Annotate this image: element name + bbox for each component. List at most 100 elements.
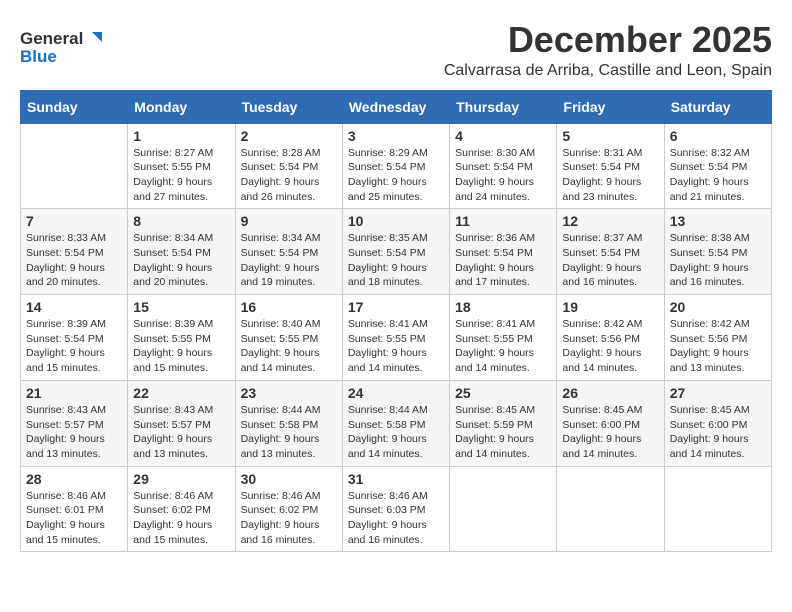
- calendar-cell: 3 Sunrise: 8:29 AMSunset: 5:54 PMDaylight…: [342, 123, 449, 209]
- calendar-cell: 29 Sunrise: 8:46 AMSunset: 6:02 PMDayligh…: [128, 466, 235, 552]
- calendar-week-row: 28Sunrise: 8:46 AMSunset: 6:01 PMDayligh…: [21, 466, 772, 552]
- calendar-cell: 14Sunrise: 8:39 AMSunset: 5:54 PMDayligh…: [21, 295, 128, 381]
- calendar-week-row: 14Sunrise: 8:39 AMSunset: 5:54 PMDayligh…: [21, 295, 772, 381]
- calendar: SundayMondayTuesdayWednesdayThursdayFrid…: [20, 90, 772, 553]
- calendar-header-monday: Monday: [128, 90, 235, 123]
- day-info: Sunrise: 8:46 AMSunset: 6:01 PMDaylight:…: [26, 489, 122, 548]
- day-info: Sunrise: 8:35 AMSunset: 5:54 PMDaylight:…: [348, 231, 444, 290]
- svg-text:Blue: Blue: [20, 47, 57, 66]
- day-info: Sunrise: 8:30 AMSunset: 5:54 PMDaylight:…: [455, 146, 551, 205]
- day-number: 7: [26, 213, 122, 229]
- day-info: Sunrise: 8:45 AMSunset: 5:59 PMDaylight:…: [455, 403, 551, 462]
- day-number: 13: [670, 213, 766, 229]
- day-info: Sunrise: 8:41 AMSunset: 5:55 PMDaylight:…: [455, 317, 551, 376]
- calendar-cell: 21Sunrise: 8:43 AMSunset: 5:57 PMDayligh…: [21, 380, 128, 466]
- calendar-cell: 13Sunrise: 8:38 AMSunset: 5:54 PMDayligh…: [664, 209, 771, 295]
- calendar-week-row: 21 Sunrise: 8:43 AMSunset: 5:57 PMDayligh…: [21, 380, 772, 466]
- day-info: Sunrise: 8:42 AMSunset: 5:56 PMDaylight:…: [562, 317, 658, 376]
- calendar-cell: 26Sunrise: 8:45 AMSunset: 6:00 PMDayligh…: [557, 380, 664, 466]
- day-number: 12: [562, 213, 658, 229]
- calendar-week-row: 1 Sunrise: 8:27 AMSunset: 5:55 PMDaylight…: [21, 123, 772, 209]
- day-info: Sunrise: 8:43 AMSunset: 5:57 PMDaylight:…: [133, 403, 229, 462]
- day-info: Sunrise: 8:27 AMSunset: 5:55 PMDaylight:…: [133, 146, 229, 205]
- calendar-cell: 27Sunrise: 8:45 AMSunset: 6:00 PMDayligh…: [664, 380, 771, 466]
- day-info: Sunrise: 8:41 AMSunset: 5:55 PMDaylight:…: [348, 317, 444, 376]
- calendar-cell: 19 Sunrise: 8:42 AMSunset: 5:56 PMDayligh…: [557, 295, 664, 381]
- day-info: Sunrise: 8:34 AMSunset: 5:54 PMDaylight:…: [133, 231, 229, 290]
- day-info: Sunrise: 8:29 AMSunset: 5:54 PMDaylight:…: [348, 146, 444, 205]
- day-number: 22: [133, 385, 229, 401]
- day-number: 21: [26, 385, 122, 401]
- calendar-cell: [664, 466, 771, 552]
- day-number: 15: [133, 299, 229, 315]
- title-area: December 2025 Calvarrasa de Arriba, Cast…: [444, 20, 772, 80]
- day-info: Sunrise: 8:46 AMSunset: 6:02 PMDaylight:…: [133, 489, 229, 548]
- day-number: 31: [348, 471, 444, 487]
- header: General Blue December 2025 Calvarrasa de…: [20, 20, 772, 80]
- subtitle: Calvarrasa de Arriba, Castille and Leon,…: [444, 62, 772, 80]
- day-number: 11: [455, 213, 551, 229]
- day-number: 25: [455, 385, 551, 401]
- logo-svg: General Blue: [20, 24, 110, 72]
- day-info: Sunrise: 8:44 AMSunset: 5:58 PMDaylight:…: [348, 403, 444, 462]
- day-number: 10: [348, 213, 444, 229]
- calendar-header-saturday: Saturday: [664, 90, 771, 123]
- calendar-cell: 2Sunrise: 8:28 AMSunset: 5:54 PMDaylight…: [235, 123, 342, 209]
- calendar-cell: 9Sunrise: 8:34 AMSunset: 5:54 PMDaylight…: [235, 209, 342, 295]
- calendar-header-row: SundayMondayTuesdayWednesdayThursdayFrid…: [21, 90, 772, 123]
- logo: General Blue: [20, 24, 110, 77]
- calendar-cell: 24Sunrise: 8:44 AMSunset: 5:58 PMDayligh…: [342, 380, 449, 466]
- day-number: 6: [670, 128, 766, 144]
- day-number: 2: [241, 128, 337, 144]
- calendar-cell: 25 Sunrise: 8:45 AMSunset: 5:59 PMDayligh…: [450, 380, 557, 466]
- day-info: Sunrise: 8:42 AMSunset: 5:56 PMDaylight:…: [670, 317, 766, 376]
- day-info: Sunrise: 8:46 AMSunset: 6:02 PMDaylight:…: [241, 489, 337, 548]
- day-info: Sunrise: 8:44 AMSunset: 5:58 PMDaylight:…: [241, 403, 337, 462]
- calendar-cell: 1 Sunrise: 8:27 AMSunset: 5:55 PMDaylight…: [128, 123, 235, 209]
- calendar-cell: 6Sunrise: 8:32 AMSunset: 5:54 PMDaylight…: [664, 123, 771, 209]
- calendar-cell: 23 Sunrise: 8:44 AMSunset: 5:58 PMDayligh…: [235, 380, 342, 466]
- day-number: 19: [562, 299, 658, 315]
- day-number: 8: [133, 213, 229, 229]
- day-number: 5: [562, 128, 658, 144]
- calendar-cell: 5 Sunrise: 8:31 AMSunset: 5:54 PMDaylight…: [557, 123, 664, 209]
- calendar-cell: 18 Sunrise: 8:41 AMSunset: 5:55 PMDayligh…: [450, 295, 557, 381]
- calendar-cell: 15 Sunrise: 8:39 AMSunset: 5:55 PMDayligh…: [128, 295, 235, 381]
- day-info: Sunrise: 8:46 AMSunset: 6:03 PMDaylight:…: [348, 489, 444, 548]
- day-number: 4: [455, 128, 551, 144]
- day-info: Sunrise: 8:33 AMSunset: 5:54 PMDaylight:…: [26, 231, 122, 290]
- calendar-header-sunday: Sunday: [21, 90, 128, 123]
- day-info: Sunrise: 8:40 AMSunset: 5:55 PMDaylight:…: [241, 317, 337, 376]
- day-info: Sunrise: 8:31 AMSunset: 5:54 PMDaylight:…: [562, 146, 658, 205]
- day-number: 23: [241, 385, 337, 401]
- calendar-cell: 31 Sunrise: 8:46 AMSunset: 6:03 PMDayligh…: [342, 466, 449, 552]
- calendar-cell: 28Sunrise: 8:46 AMSunset: 6:01 PMDayligh…: [21, 466, 128, 552]
- day-info: Sunrise: 8:34 AMSunset: 5:54 PMDaylight:…: [241, 231, 337, 290]
- calendar-cell: 30 Sunrise: 8:46 AMSunset: 6:02 PMDayligh…: [235, 466, 342, 552]
- calendar-cell: 16Sunrise: 8:40 AMSunset: 5:55 PMDayligh…: [235, 295, 342, 381]
- calendar-cell: [21, 123, 128, 209]
- day-number: 3: [348, 128, 444, 144]
- calendar-cell: 11 Sunrise: 8:36 AMSunset: 5:54 PMDayligh…: [450, 209, 557, 295]
- calendar-cell: 8 Sunrise: 8:34 AMSunset: 5:54 PMDaylight…: [128, 209, 235, 295]
- svg-text:General: General: [20, 29, 83, 48]
- day-info: Sunrise: 8:36 AMSunset: 5:54 PMDaylight:…: [455, 231, 551, 290]
- day-number: 29: [133, 471, 229, 487]
- calendar-cell: [450, 466, 557, 552]
- day-info: Sunrise: 8:39 AMSunset: 5:55 PMDaylight:…: [133, 317, 229, 376]
- calendar-cell: 4 Sunrise: 8:30 AMSunset: 5:54 PMDaylight…: [450, 123, 557, 209]
- calendar-header-tuesday: Tuesday: [235, 90, 342, 123]
- day-number: 27: [670, 385, 766, 401]
- calendar-cell: 7 Sunrise: 8:33 AMSunset: 5:54 PMDaylight…: [21, 209, 128, 295]
- day-number: 26: [562, 385, 658, 401]
- day-number: 30: [241, 471, 337, 487]
- calendar-cell: 17 Sunrise: 8:41 AMSunset: 5:55 PMDayligh…: [342, 295, 449, 381]
- day-number: 1: [133, 128, 229, 144]
- day-number: 18: [455, 299, 551, 315]
- day-number: 17: [348, 299, 444, 315]
- calendar-cell: 20Sunrise: 8:42 AMSunset: 5:56 PMDayligh…: [664, 295, 771, 381]
- calendar-header-thursday: Thursday: [450, 90, 557, 123]
- calendar-cell: 10 Sunrise: 8:35 AMSunset: 5:54 PMDayligh…: [342, 209, 449, 295]
- calendar-cell: [557, 466, 664, 552]
- calendar-header-wednesday: Wednesday: [342, 90, 449, 123]
